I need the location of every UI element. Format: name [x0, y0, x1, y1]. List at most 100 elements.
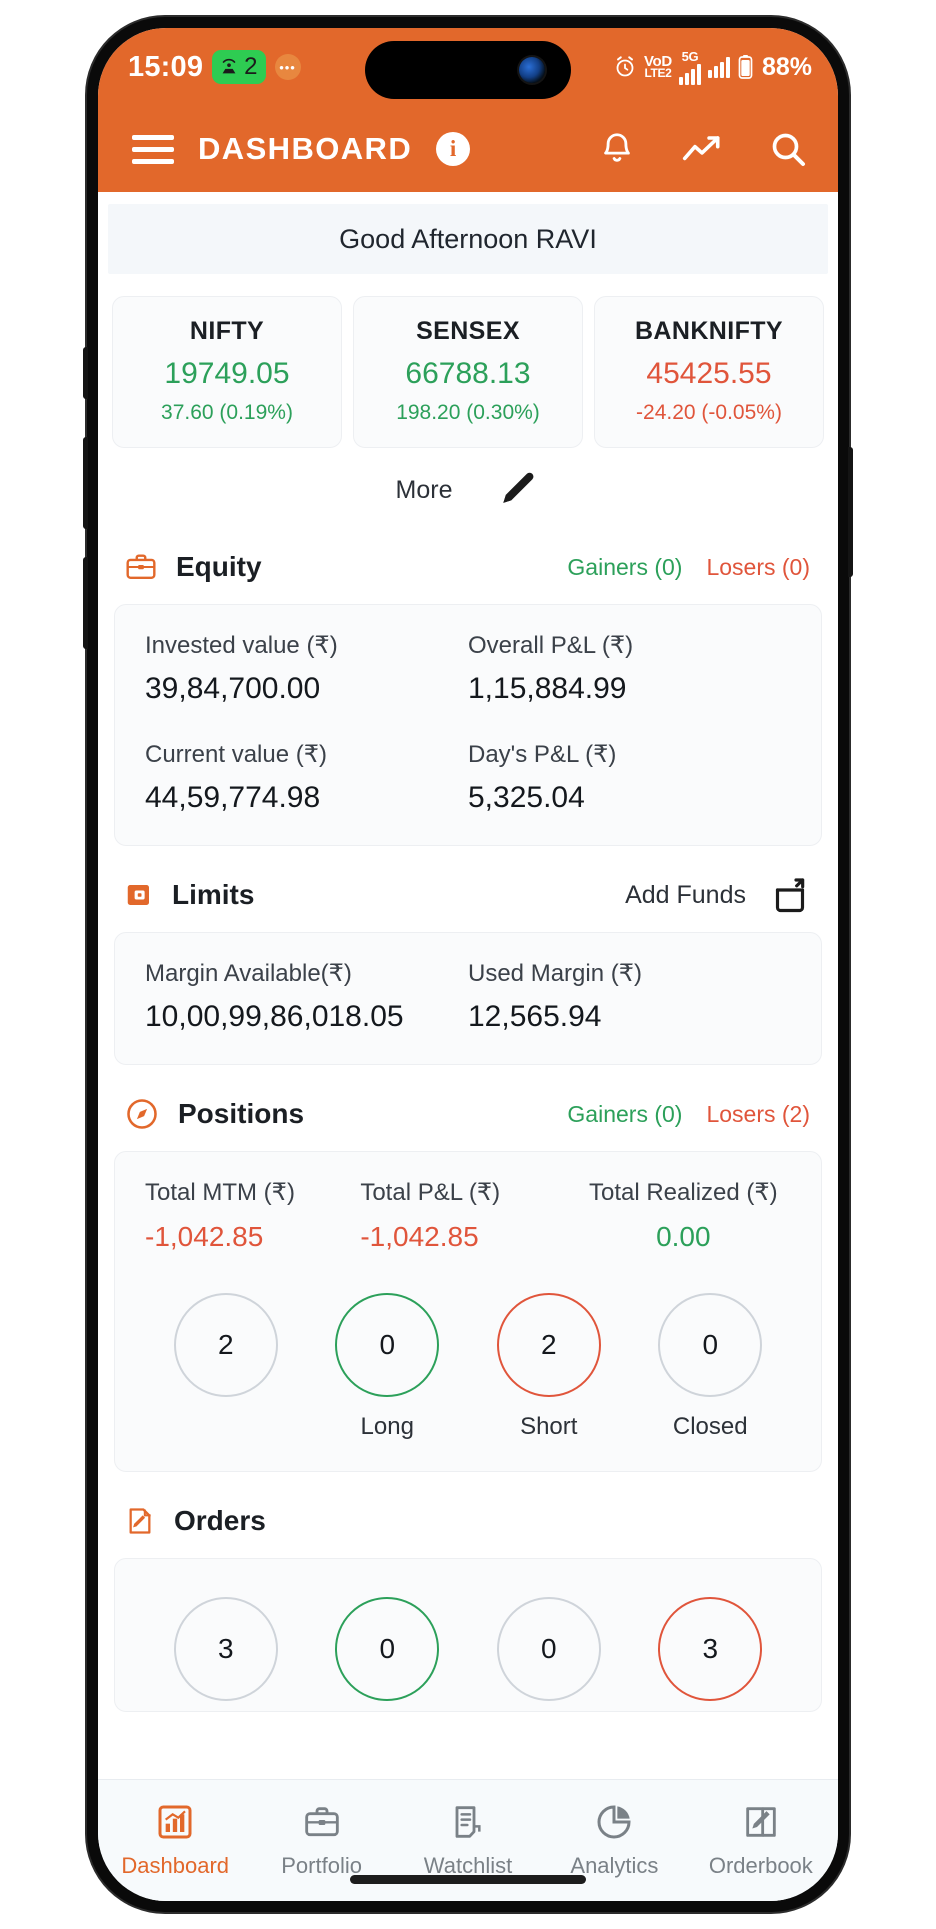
limits-header: Limits Add Funds	[114, 872, 822, 918]
orders-card[interactable]: 3 0 0 3	[114, 1558, 822, 1712]
hotspot-icon	[222, 58, 236, 73]
equity-title: Equity	[176, 551, 262, 582]
more-button[interactable]: More	[396, 476, 453, 505]
order-stat-completed[interactable]: 0	[307, 1597, 469, 1701]
device-button-volume-down[interactable]	[83, 557, 88, 649]
add-funds-button[interactable]: Add Funds	[625, 881, 746, 910]
orders-circles: 3 0 0 3	[145, 1597, 791, 1701]
equity-losers[interactable]: Losers (0)	[706, 554, 810, 581]
equity-header: Equity Gainers (0) Losers (0)	[114, 544, 822, 590]
device-button-power[interactable]	[848, 447, 853, 577]
index-card-nifty[interactable]: NIFTY 19749.05 37.60 (0.19%)	[112, 296, 342, 448]
battery-icon	[738, 55, 753, 79]
invested-value-label: Invested value (₹)	[145, 632, 338, 659]
nav-label: Orderbook	[708, 1853, 813, 1878]
app-bar: DASHBOARD i	[98, 106, 838, 192]
position-stat-long[interactable]: 0 Long	[307, 1293, 469, 1441]
margin-available-amount: 10,00,99,86,018.05	[145, 1000, 404, 1033]
page-title: DASHBOARD	[198, 131, 413, 166]
chat-bubble-icon: •••	[274, 54, 301, 80]
order-stat-rejected[interactable]: 3	[630, 1597, 792, 1701]
total-mtm-label: Total MTM (₹)	[145, 1179, 295, 1206]
equity-filters: Gainers (0) Losers (0)	[567, 554, 810, 581]
total-pl-block: Total P&L (₹) -1,042.85	[360, 1178, 575, 1253]
nav-label: Dashboard	[121, 1853, 230, 1878]
dashboard-scroll-area[interactable]: Good Afternoon RAVI NIFTY 19749.05 37.60…	[98, 192, 838, 1779]
invested-value-amount: 39,84,700.00	[145, 672, 321, 705]
margin-available-block: Margin Available(₹) 10,00,99,86,018.05	[145, 959, 468, 1034]
app-bar-actions	[598, 129, 808, 169]
device-button-volume-up[interactable]	[83, 437, 88, 529]
order-stat-total[interactable]: 3	[145, 1597, 307, 1701]
total-realized-value: 0.00	[656, 1221, 711, 1252]
home-indicator[interactable]	[350, 1875, 586, 1884]
positions-card[interactable]: Total MTM (₹) -1,042.85 Total P&L (₹) -1…	[114, 1151, 822, 1472]
add-funds-upload-icon[interactable]	[770, 874, 810, 916]
volte-bottom-label: LTE2	[644, 66, 672, 81]
hamburger-menu-icon[interactable]	[132, 134, 174, 164]
battery-percentage: 88%	[761, 52, 812, 81]
pie-chart-icon	[597, 1805, 631, 1839]
trending-up-icon[interactable]	[680, 129, 724, 169]
status-bar: 15:09 2 ••• VoD LTE2 5G 88%	[98, 28, 838, 106]
status-clock: 15:09	[128, 50, 204, 83]
nav-item-portfolio[interactable]: Portfolio	[248, 1802, 394, 1879]
positions-losers[interactable]: Losers (2)	[706, 1101, 810, 1128]
orders-edit-icon	[129, 1508, 151, 1534]
overall-pl-amount: 1,15,884.99	[468, 672, 627, 705]
orders-header: Orders	[114, 1498, 822, 1544]
overall-pl-block: Overall P&L (₹) 1,15,884.99	[468, 631, 791, 706]
position-stat-closed[interactable]: 0 Closed	[630, 1293, 792, 1441]
equity-card[interactable]: Invested value (₹) 39,84,700.00 Overall …	[114, 604, 822, 846]
overall-pl-label: Overall P&L (₹)	[468, 632, 634, 659]
device-button-silent[interactable]	[83, 347, 88, 399]
positions-section: Positions Gainers (0) Losers (2) Total M…	[98, 1091, 838, 1472]
index-value: 19749.05	[164, 357, 290, 390]
phone-device: 15:09 2 ••• VoD LTE2 5G 88% DASHBOARD i …	[83, 17, 853, 1912]
position-count: 2	[496, 1293, 601, 1397]
position-stat-short[interactable]: 2 Short	[468, 1293, 630, 1441]
nav-item-analytics[interactable]: Analytics	[541, 1802, 687, 1879]
order-count: 0	[335, 1597, 440, 1701]
current-value-label: Current value (₹)	[145, 741, 327, 768]
limits-section: Limits Add Funds Margin Available(₹) 10,…	[98, 872, 838, 1065]
position-stat-total[interactable]: 2	[145, 1293, 307, 1441]
total-mtm-value: -1,042.85	[145, 1221, 264, 1252]
network-type-label: 5G	[681, 48, 699, 64]
nav-item-orderbook[interactable]: Orderbook	[688, 1802, 834, 1879]
position-count: 0	[658, 1293, 763, 1397]
order-count: 3	[658, 1597, 763, 1701]
nav-item-dashboard[interactable]: Dashboard	[102, 1802, 248, 1879]
index-card-sensex[interactable]: SENSEX 66788.13 198.20 (0.30%)	[353, 296, 583, 448]
limits-card[interactable]: Margin Available(₹) 10,00,99,86,018.05 U…	[114, 932, 822, 1065]
days-pl-block: Day's P&L (₹) 5,325.04	[468, 740, 791, 815]
hotspot-count: 2	[244, 52, 258, 80]
index-name: SENSEX	[416, 317, 520, 345]
index-card-banknifty[interactable]: BANKNIFTY 45425.55 -24.20 (-0.05%)	[594, 296, 824, 448]
briefcase-icon	[126, 554, 156, 579]
pencil-edit-icon[interactable]	[496, 468, 540, 512]
positions-header: Positions Gainers (0) Losers (2)	[114, 1091, 822, 1137]
equity-row-2: Current value (₹) 44,59,774.98 Day's P&L…	[145, 740, 791, 815]
total-mtm-block: Total MTM (₹) -1,042.85	[145, 1178, 360, 1253]
position-label: Closed	[672, 1413, 748, 1440]
current-value-block: Current value (₹) 44,59,774.98	[145, 740, 468, 815]
equity-row-1: Invested value (₹) 39,84,700.00 Overall …	[145, 631, 791, 706]
screenshot-stage: 15:09 2 ••• VoD LTE2 5G 88% DASHBOARD i …	[0, 0, 936, 1929]
notification-bell-icon[interactable]	[598, 129, 636, 169]
invested-value-block: Invested value (₹) 39,84,700.00	[145, 631, 468, 706]
index-cards-row: NIFTY 19749.05 37.60 (0.19%) SENSEX 6678…	[98, 274, 838, 448]
equity-gainers[interactable]: Gainers (0)	[567, 554, 682, 581]
search-icon[interactable]	[768, 129, 808, 169]
positions-filters: Gainers (0) Losers (2)	[567, 1101, 810, 1128]
more-indices-row: More	[98, 448, 838, 518]
positions-summary: Total MTM (₹) -1,042.85 Total P&L (₹) -1…	[145, 1178, 791, 1253]
positions-gainers[interactable]: Gainers (0)	[567, 1101, 682, 1128]
nav-item-watchlist[interactable]: Watchlist	[395, 1802, 541, 1879]
info-icon[interactable]: i	[436, 132, 471, 166]
status-bar-left: 15:09 2 •••	[128, 50, 301, 84]
order-stat-pending[interactable]: 0	[468, 1597, 630, 1701]
limits-title: Limits	[172, 879, 255, 910]
days-pl-label: Day's P&L (₹)	[468, 741, 617, 768]
compass-icon	[127, 1099, 157, 1129]
